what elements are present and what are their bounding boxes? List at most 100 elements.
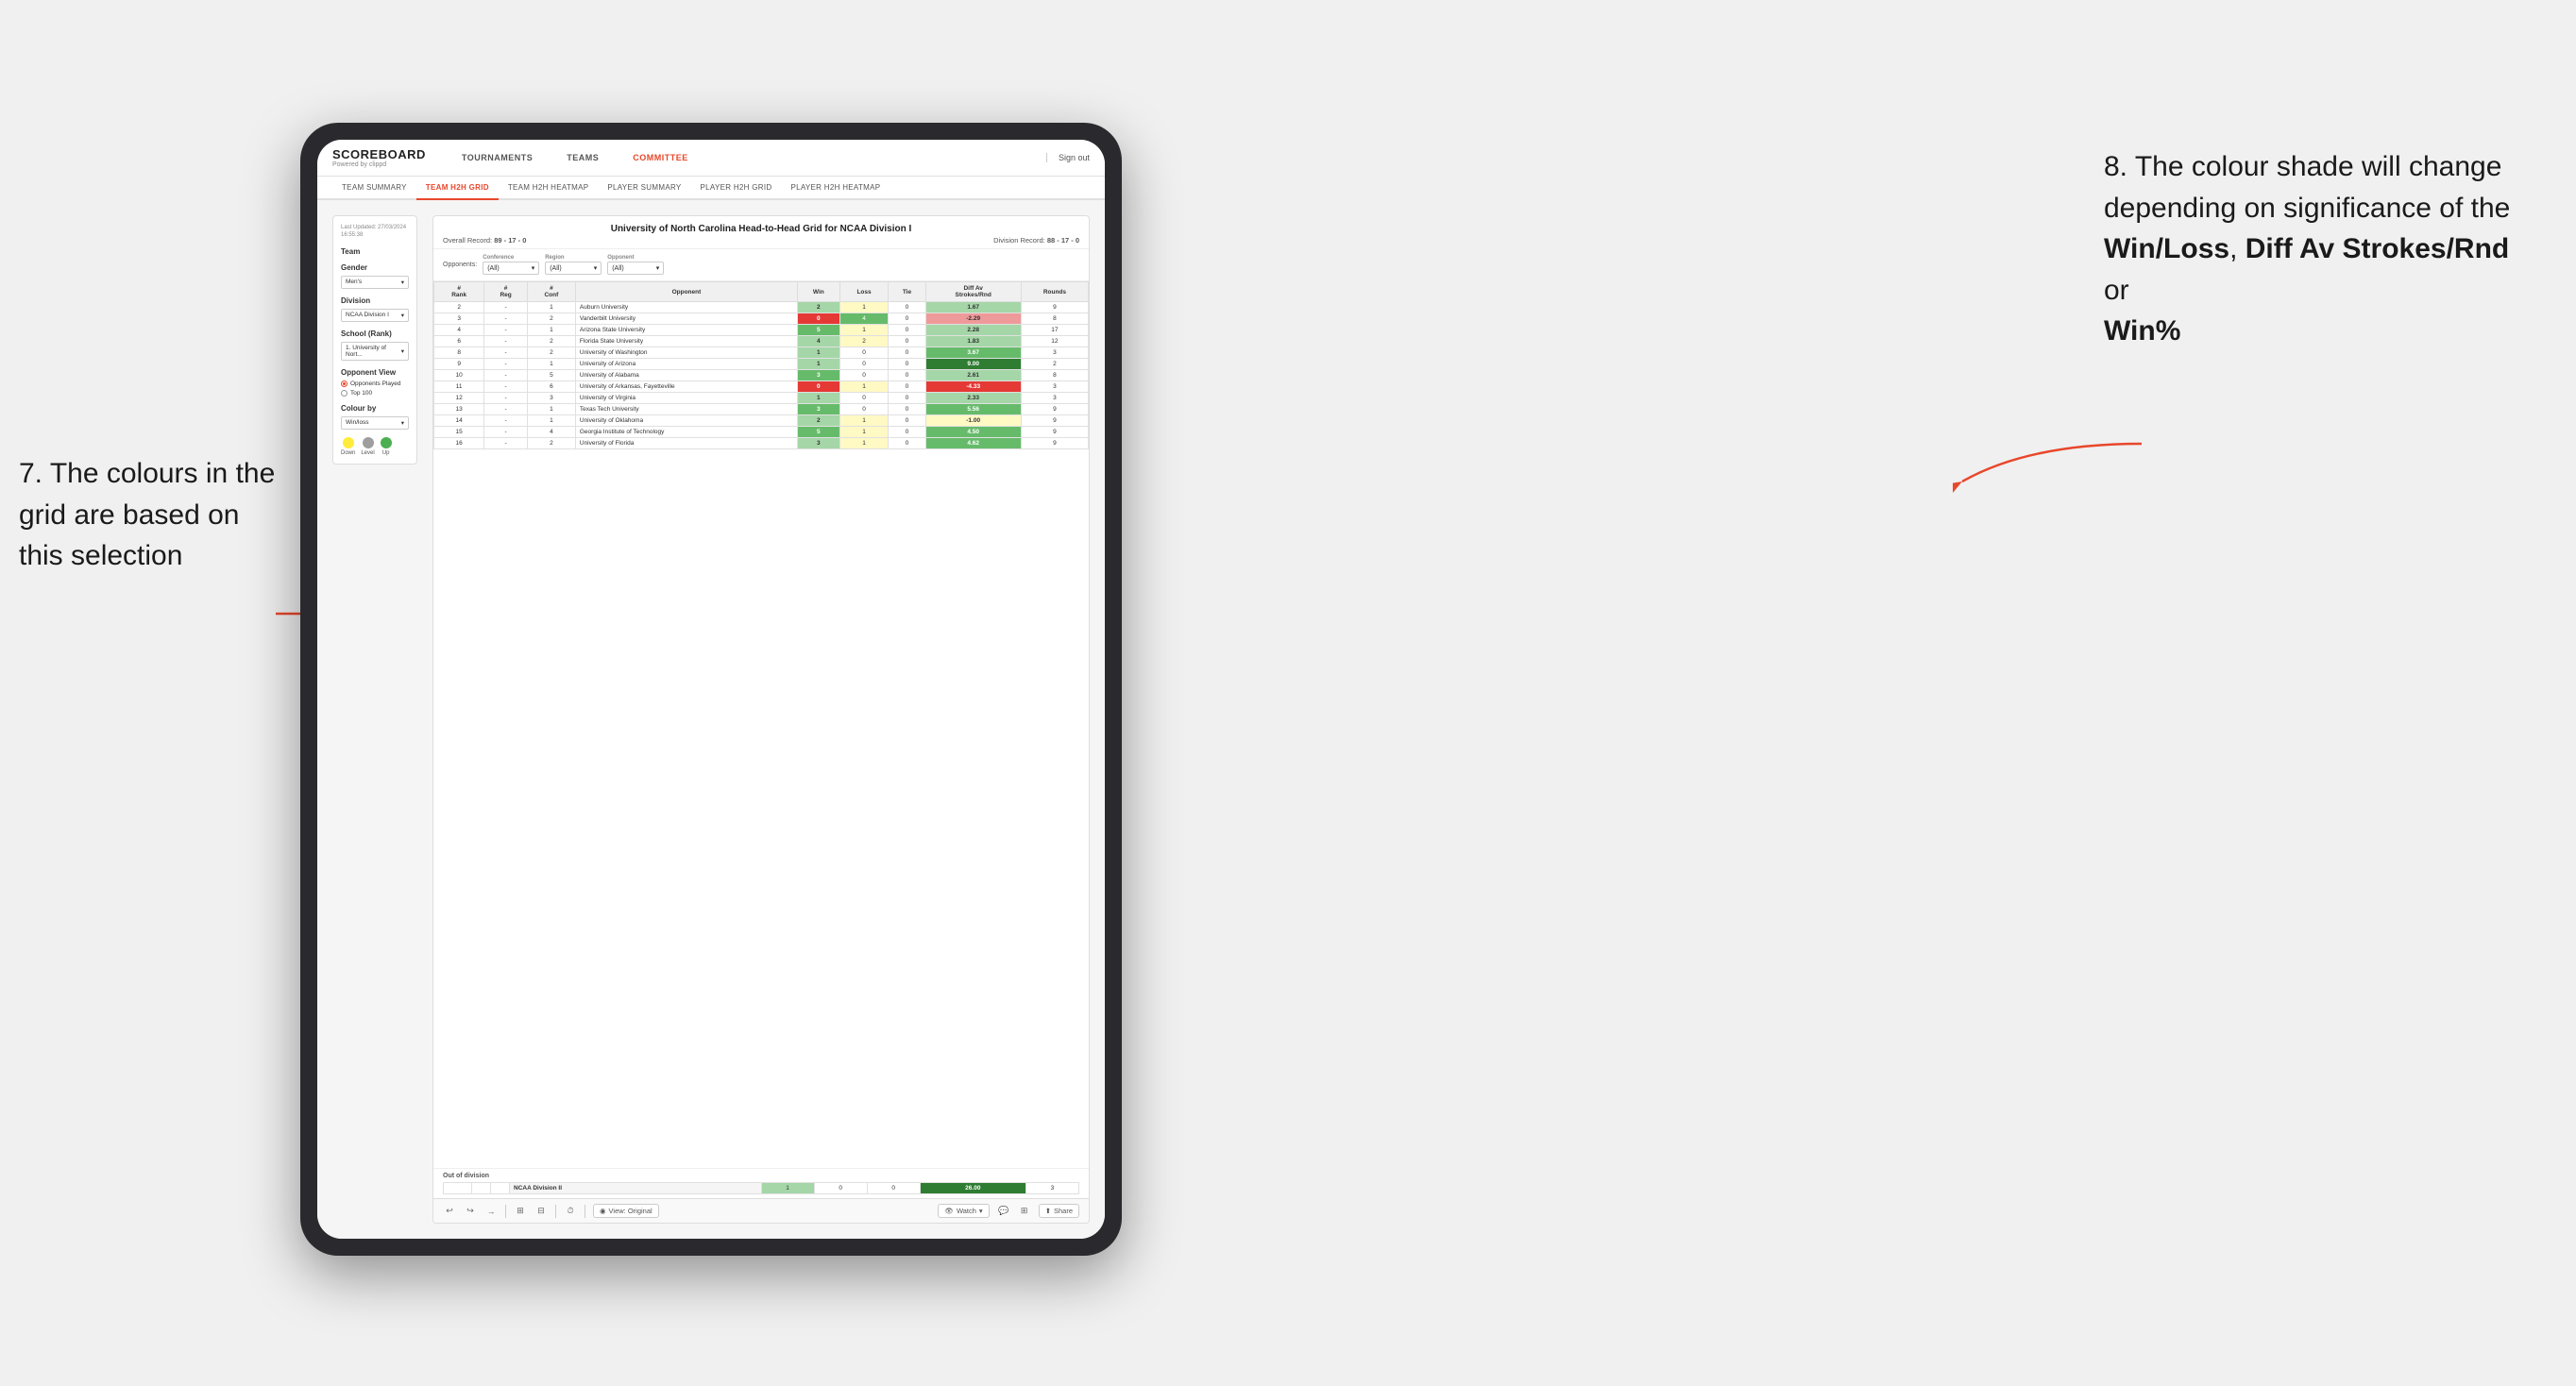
cell-opponent: Florida State University	[575, 336, 797, 347]
cell-reg: -	[484, 336, 528, 347]
cell-tie: 0	[889, 313, 925, 325]
cell-win: 0	[798, 381, 840, 393]
cell-loss: 1	[839, 302, 889, 313]
sign-out-link[interactable]: Sign out	[1046, 153, 1090, 162]
redo-icon[interactable]: ↪	[464, 1205, 477, 1218]
ood-tie: 0	[867, 1183, 920, 1194]
tab-team-summary[interactable]: TEAM SUMMARY	[332, 177, 416, 200]
toolbar-div2	[555, 1205, 556, 1218]
cell-conf: 1	[527, 404, 575, 415]
nav-committee[interactable]: COMMITTEE	[627, 149, 694, 166]
cell-loss: 0	[839, 347, 889, 359]
cell-loss: 1	[839, 415, 889, 427]
cell-tie: 0	[889, 438, 925, 449]
division-label: Division	[341, 296, 409, 305]
annotation-left-text: 7. The colours in the grid are based on …	[19, 458, 275, 571]
school-label: School (Rank)	[341, 330, 409, 338]
view-original-button[interactable]: ◉ View: Original	[593, 1204, 659, 1218]
tab-team-h2h-grid[interactable]: TEAM H2H GRID	[416, 177, 499, 200]
logo-text: SCOREBOARD	[332, 147, 426, 161]
conference-select[interactable]: (All)▾	[483, 262, 539, 275]
h2h-table: #Rank #Reg #Conf Opponent Win Loss Tie D…	[433, 281, 1089, 449]
cell-diff: 1.83	[925, 336, 1021, 347]
main-content: Last Updated: 27/03/2024 16:55:38 Team G…	[317, 200, 1105, 1239]
cell-rank: 14	[434, 415, 484, 427]
arrow-right	[1953, 425, 2142, 500]
last-updated: Last Updated: 27/03/2024 16:55:38	[341, 224, 409, 240]
undo-icon[interactable]: ↩	[443, 1205, 456, 1218]
division-record: Division Record: 88 - 17 - 0	[993, 236, 1079, 245]
cell-loss: 1	[839, 427, 889, 438]
cell-conf: 1	[527, 325, 575, 336]
tab-team-h2h-heatmap[interactable]: TEAM H2H HEATMAP	[499, 177, 599, 200]
division-dropdown[interactable]: NCAA Division I ▾	[341, 309, 409, 322]
out-of-division-row: NCAA Division II 1 0 0 26.00 3	[444, 1183, 1079, 1194]
cell-rank: 3	[434, 313, 484, 325]
col-conf: #Conf	[527, 282, 575, 302]
cell-reg: -	[484, 438, 528, 449]
cell-reg: -	[484, 302, 528, 313]
share-button[interactable]: ⬆ Share	[1039, 1204, 1079, 1218]
gender-label: Gender	[341, 263, 409, 272]
radio-top100[interactable]: Top 100	[341, 390, 409, 397]
cell-win: 2	[798, 302, 840, 313]
cell-rounds: 9	[1021, 302, 1088, 313]
nav-teams[interactable]: TEAMS	[561, 149, 604, 166]
annotation-right-text: 8. The colour shade will change dependin…	[2104, 151, 2510, 346]
layout-icon[interactable]: ⊞	[1018, 1205, 1031, 1218]
gender-dropdown[interactable]: Men's ▾	[341, 276, 409, 289]
cell-opponent: Auburn University	[575, 302, 797, 313]
opponent-filter: Opponent (All)▾	[607, 255, 664, 275]
nav-tournaments[interactable]: TOURNAMENTS	[456, 149, 538, 166]
cell-win: 0	[798, 313, 840, 325]
region-select[interactable]: (All)▾	[545, 262, 602, 275]
cell-diff: -1.00	[925, 415, 1021, 427]
cell-tie: 0	[889, 381, 925, 393]
logo: SCOREBOARD Powered by clippd	[332, 147, 426, 168]
tablet-screen: SCOREBOARD Powered by clippd TOURNAMENTS…	[317, 140, 1105, 1239]
cell-win: 3	[798, 404, 840, 415]
tab-player-summary[interactable]: PLAYER SUMMARY	[598, 177, 690, 200]
cell-reg: -	[484, 393, 528, 404]
table-row: 11 - 6 University of Arkansas, Fayettevi…	[434, 381, 1089, 393]
ood-rounds: 3	[1025, 1183, 1078, 1194]
clock-icon[interactable]: ⏱	[564, 1205, 577, 1218]
out-of-division-label: Out of division	[443, 1173, 1079, 1179]
cell-rank: 10	[434, 370, 484, 381]
copy-icon[interactable]: ⊞	[514, 1205, 527, 1218]
cell-loss: 0	[839, 370, 889, 381]
cell-opponent: University of Virginia	[575, 393, 797, 404]
cell-tie: 0	[889, 336, 925, 347]
out-of-division: Out of division NCAA Division II 1 0 0	[433, 1168, 1089, 1198]
opponent-view-radios: Opponents Played Top 100	[341, 380, 409, 397]
sub-navigation: TEAM SUMMARY TEAM H2H GRID TEAM H2H HEAT…	[317, 177, 1105, 200]
school-field[interactable]: 1. University of Nort... ▾	[341, 342, 409, 361]
cell-diff: 4.50	[925, 427, 1021, 438]
cell-loss: 1	[839, 381, 889, 393]
legend-down-dot	[343, 437, 354, 448]
annotation-left: 7. The colours in the grid are based on …	[19, 453, 283, 577]
radio-opponents-played[interactable]: Opponents Played	[341, 380, 409, 387]
cell-rank: 13	[434, 404, 484, 415]
cell-opponent: University of Washington	[575, 347, 797, 359]
cell-tie: 0	[889, 347, 925, 359]
table-body: 2 - 1 Auburn University 2 1 0 1.67 9 3 -…	[434, 302, 1089, 449]
cell-rank: 9	[434, 359, 484, 370]
opponent-view-label: Opponent View	[341, 368, 409, 377]
comment-icon[interactable]: 💬	[997, 1205, 1010, 1218]
col-diff: Diff AvStrokes/Rnd	[925, 282, 1021, 302]
col-tie: Tie	[889, 282, 925, 302]
cell-opponent: University of Alabama	[575, 370, 797, 381]
cell-reg: -	[484, 381, 528, 393]
cell-win: 4	[798, 336, 840, 347]
cell-conf: 6	[527, 381, 575, 393]
table-row: 14 - 1 University of Oklahoma 2 1 0 -1.0…	[434, 415, 1089, 427]
tab-player-h2h-grid[interactable]: PLAYER H2H GRID	[691, 177, 782, 200]
colour-by-dropdown[interactable]: Win/loss ▾	[341, 416, 409, 430]
watch-button[interactable]: 👁 Watch ▾	[938, 1204, 989, 1218]
opponent-select[interactable]: (All)▾	[607, 262, 664, 275]
cell-rank: 6	[434, 336, 484, 347]
tab-player-h2h-heatmap[interactable]: PLAYER H2H HEATMAP	[781, 177, 890, 200]
forward-icon[interactable]: →	[484, 1205, 498, 1218]
paste-icon[interactable]: ⊟	[534, 1205, 548, 1218]
